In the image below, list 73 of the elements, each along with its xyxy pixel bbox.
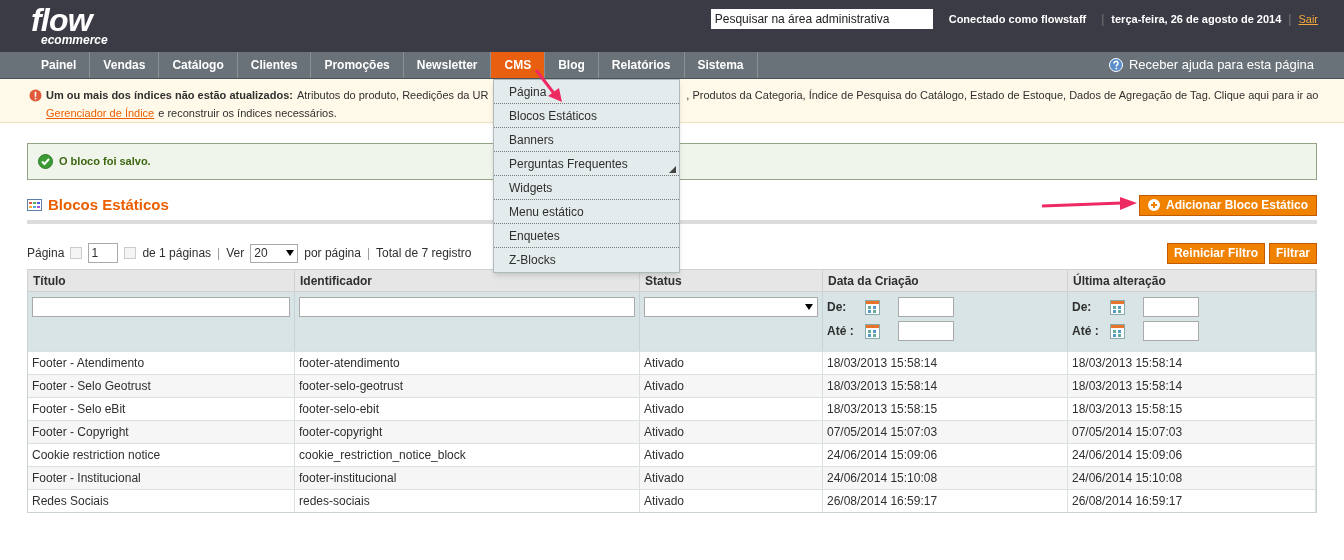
nav-tab[interactable]: CMS	[491, 52, 546, 78]
logo-text: flow	[31, 6, 94, 34]
search-field[interactable]: Pesquisar na área administrativa	[710, 9, 933, 29]
table-cell: 26/08/2014 16:59:17	[823, 490, 1068, 512]
logout-link[interactable]: Sair	[1298, 10, 1318, 28]
calendar-icon[interactable]	[865, 299, 880, 315]
next-page-icon[interactable]	[124, 247, 137, 259]
calendar-icon[interactable]	[1110, 299, 1125, 315]
separator: |	[1101, 11, 1105, 28]
column-header[interactable]: Última alteração	[1068, 270, 1316, 291]
separator: |	[217, 245, 221, 262]
plus-icon	[1147, 199, 1160, 211]
notice-text: e reconstruir os índices necessários.	[158, 106, 337, 121]
date-text: terça-feira, 26 de agosto de 2014	[1111, 11, 1282, 27]
menu-item[interactable]: Menu estático	[494, 200, 679, 224]
view-label: Ver	[226, 245, 245, 262]
help-link[interactable]: Receber ajuda para esta página	[1128, 55, 1314, 75]
filter-field[interactable]	[299, 297, 635, 317]
notice-text: Atributos do produto, Reedições da UR	[296, 88, 489, 103]
menu-item[interactable]: Blocos Estáticos	[494, 104, 679, 128]
table-cell: redes-sociais	[295, 490, 640, 512]
nav-tab[interactable]: Vendas	[90, 52, 160, 78]
column-header[interactable]: Data da Criação	[823, 270, 1068, 291]
previous-page-icon[interactable]	[70, 247, 83, 259]
calendar-icon[interactable]	[1110, 323, 1125, 339]
caret-icon	[286, 250, 295, 256]
date-label: Até :	[1072, 323, 1100, 340]
table-cell: 26/08/2014 16:59:17	[1068, 490, 1316, 512]
page-field[interactable]: 1	[88, 243, 119, 263]
nav-tab[interactable]: Relatórios	[598, 52, 685, 78]
date-field[interactable]	[1143, 297, 1199, 317]
per-page-select[interactable]: 20	[250, 243, 299, 263]
date-field[interactable]	[898, 297, 954, 317]
menu-item[interactable]: Widgets	[494, 176, 679, 200]
grid-icon	[27, 199, 42, 211]
caret-icon	[805, 304, 813, 310]
logo-subtext: ecommerce	[40, 34, 108, 46]
pages-text: de 1 páginas	[142, 245, 212, 262]
total-text: Total de 7 registro	[376, 245, 472, 262]
nav-tab[interactable]: Painel	[28, 52, 91, 78]
date-label: Até :	[827, 323, 855, 340]
separator: |	[366, 245, 371, 262]
nav-tab[interactable]: Clientes	[237, 52, 312, 78]
page-title: Blocos Estáticos	[48, 194, 169, 215]
date-label: De:	[827, 299, 848, 316]
menu-item[interactable]: Enquetes	[494, 224, 679, 248]
date-label: De:	[1072, 299, 1093, 316]
nav-tab[interactable]: Sistema	[684, 52, 758, 78]
submenu-indicator-icon	[669, 166, 676, 173]
error-icon	[29, 88, 42, 102]
user-text: Conectado como flowstaff	[948, 11, 1087, 27]
filter-field[interactable]	[32, 297, 290, 317]
index-manager-link[interactable]: Gerenciador de Índice	[46, 104, 155, 122]
column-header[interactable]: Título	[28, 270, 295, 291]
status-select[interactable]	[644, 297, 818, 317]
notice-text: , Produtos da Categoria, Índice de Pesquisa do Catálogo, Estado de Estoque, Dados de Agregação de Tag. Clique aqui para ir ao	[686, 88, 1319, 103]
help-icon[interactable]	[1108, 58, 1123, 72]
page-label: Página	[27, 245, 65, 262]
separator: |	[1288, 11, 1292, 28]
date-field[interactable]	[1143, 321, 1199, 341]
nav-tab[interactable]: Blog	[545, 52, 599, 78]
per-page-label: por página	[304, 245, 361, 262]
check-icon	[38, 154, 53, 169]
date-field[interactable]	[898, 321, 954, 341]
calendar-icon[interactable]	[865, 323, 880, 339]
menu-item[interactable]: Z-Blocks	[494, 248, 679, 272]
nav-tab[interactable]: Catálogo	[159, 52, 238, 78]
notice-title: Um ou mais dos índices não estão atualizados:	[46, 88, 293, 103]
menu-item[interactable]: Perguntas Frequentes	[494, 152, 679, 176]
table-cell: Redes Sociais	[28, 490, 295, 512]
nav-tab[interactable]: Promoções	[311, 52, 404, 78]
menu-item[interactable]: Banners	[494, 128, 679, 152]
table-cell: Ativado	[640, 490, 823, 512]
